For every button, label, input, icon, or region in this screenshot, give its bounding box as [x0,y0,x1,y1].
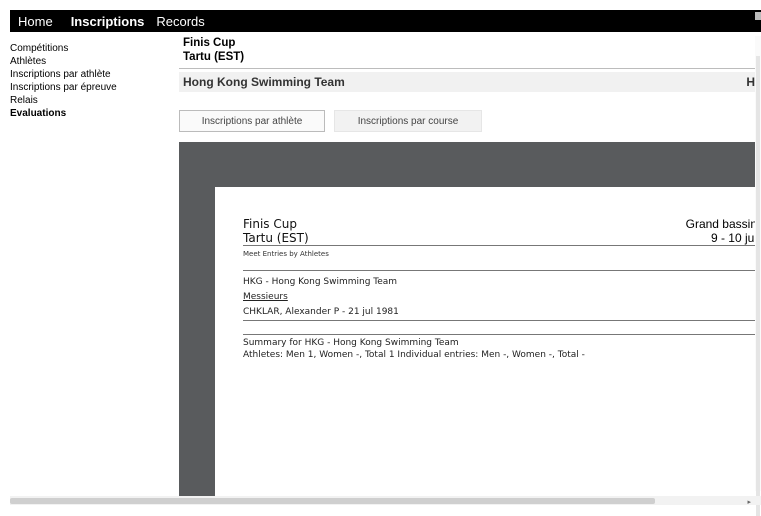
report-meet-city: Tartu (EST) [243,231,309,245]
report-gender: Messieurs [243,292,288,302]
vertical-scrollbar-thumb[interactable] [756,56,760,516]
report-team-line: HKG - Hong Kong Swimming Team [243,277,398,287]
meet-header: Finis Cup Tartu (EST) [179,36,755,69]
team-bar-right-text: H [746,75,755,89]
divider [243,270,755,271]
sidebar: Compétitions Athlètes Inscriptions par a… [10,42,170,120]
report-subtitle: Meet Entries by Athletes [243,250,329,258]
window-resize-icon [755,12,761,20]
meet-location: Tartu (EST) [183,51,245,63]
entries-by-race-button[interactable]: Inscriptions par course [334,110,482,132]
sidebar-item-entries-by-event[interactable]: Inscriptions par épreuve [10,81,170,94]
top-navigation: Home Inscriptions Records [10,10,761,32]
tab-home[interactable]: Home [10,14,59,29]
report-page: Finis Cup Tartu (EST) Grand bassin (5( 9… [215,187,755,497]
horizontal-scrollbar-thumb[interactable] [10,498,655,504]
report-athlete-row: CHKLAR, Alexander P - 21 jul 1981 [243,307,399,317]
tab-inscriptions[interactable]: Inscriptions [71,14,151,29]
team-bar: Hong Kong Swimming Team H [179,72,761,92]
divider [243,334,755,335]
report-dates: 9 - 10 jun 2( [710,231,755,245]
report-summary-counts: Athletes: Men 1, Women -, Total 1 Indivi… [243,350,585,360]
divider [243,245,755,246]
vertical-scrollbar[interactable] [755,36,761,516]
report-meet-name: Finis Cup [243,217,297,231]
report-viewer[interactable]: Finis Cup Tartu (EST) Grand bassin (5( 9… [179,142,755,497]
report-summary-title: Summary for HKG - Hong Kong Swimming Tea… [243,338,459,348]
meet-name: Finis Cup [183,37,236,49]
entries-by-athlete-button[interactable]: Inscriptions par athlète [179,110,325,132]
sidebar-item-athletes[interactable]: Athlètes [10,55,170,68]
horizontal-scrollbar[interactable]: ▸ [10,496,761,506]
divider [243,320,755,321]
sidebar-item-evaluations[interactable]: Evaluations [10,107,170,120]
sidebar-item-competitions[interactable]: Compétitions [10,42,170,55]
sidebar-item-entries-by-athlete[interactable]: Inscriptions par athlète [10,68,170,81]
tab-records[interactable]: Records [156,14,210,29]
report-pool: Grand bassin (5( [685,217,755,231]
sidebar-item-relays[interactable]: Relais [10,94,170,107]
team-name: Hong Kong Swimming Team [183,75,345,89]
